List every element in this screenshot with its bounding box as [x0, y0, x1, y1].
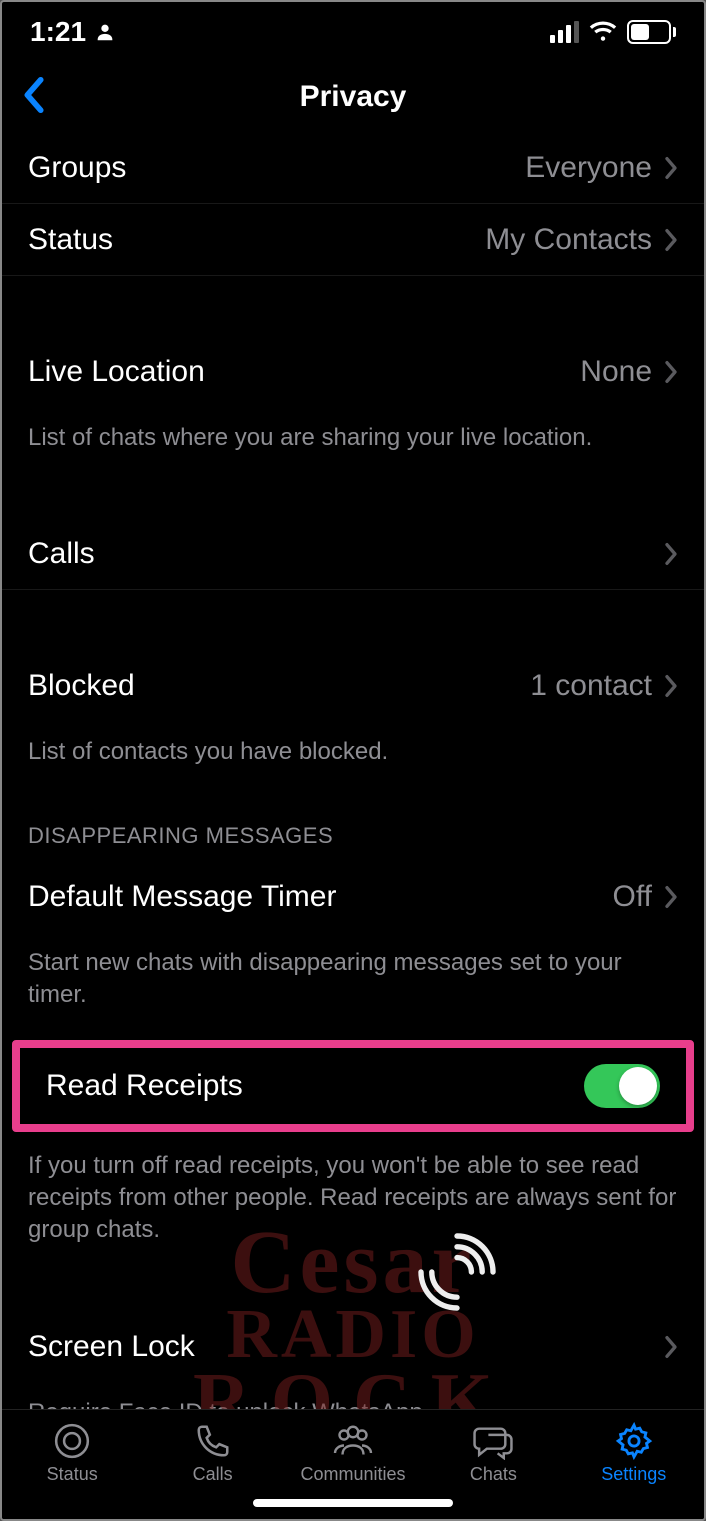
chats-icon [473, 1422, 513, 1460]
settings-list[interactable]: Groups Everyone Status My Contacts Live … [2, 132, 704, 1409]
row-live-location[interactable]: Live Location None [2, 336, 704, 408]
tab-settings[interactable]: Settings [564, 1422, 704, 1485]
row-label: Status [28, 223, 113, 257]
row-label: Read Receipts [46, 1069, 243, 1103]
row-label: Calls [28, 537, 95, 571]
timer-note: Start new chats with disappearing messag… [2, 933, 704, 1036]
tab-label: Communities [300, 1464, 405, 1485]
row-status[interactable]: Status My Contacts [2, 204, 704, 276]
read-receipts-highlight: Read Receipts [12, 1040, 694, 1132]
status-icon [53, 1422, 91, 1460]
row-label: Live Location [28, 355, 205, 389]
communities-icon [332, 1422, 374, 1460]
status-bar: 1:21 45 [2, 2, 704, 62]
device-frame: 1:21 45 Privacy Groups Everyone Sta [0, 0, 706, 1521]
row-screen-lock[interactable]: Screen Lock [2, 1311, 704, 1383]
page-title: Privacy [300, 80, 407, 114]
chevron-right-icon [664, 156, 678, 180]
live-location-note: List of chats where you are sharing your… [2, 408, 704, 478]
row-default-message-timer[interactable]: Default Message Timer Off [2, 861, 704, 933]
chevron-left-icon [22, 76, 48, 114]
read-receipts-note: If you turn off read receipts, you won't… [2, 1136, 704, 1271]
row-blocked[interactable]: Blocked 1 contact [2, 650, 704, 722]
back-button[interactable] [22, 76, 48, 119]
chevron-right-icon [664, 1335, 678, 1359]
row-calls[interactable]: Calls [2, 518, 704, 590]
row-label: Screen Lock [28, 1330, 195, 1364]
tab-communities[interactable]: Communities [283, 1422, 423, 1485]
row-groups[interactable]: Groups Everyone [2, 132, 704, 204]
cellular-signal-icon [550, 21, 579, 43]
tab-chats[interactable]: Chats [423, 1422, 563, 1485]
chevron-right-icon [664, 542, 678, 566]
chevron-right-icon [664, 674, 678, 698]
row-label: Groups [28, 151, 126, 185]
tab-calls[interactable]: Calls [142, 1422, 282, 1485]
tab-label: Calls [193, 1464, 233, 1485]
person-icon [94, 21, 116, 43]
row-value: Off [613, 880, 652, 914]
battery-icon: 45 [627, 20, 676, 44]
battery-percent: 45 [641, 24, 658, 41]
read-receipts-toggle[interactable] [584, 1064, 660, 1108]
tab-label: Chats [470, 1464, 517, 1485]
status-left: 1:21 [30, 16, 116, 48]
wifi-icon [589, 21, 617, 43]
status-time: 1:21 [30, 16, 86, 48]
chevron-right-icon [664, 228, 678, 252]
row-value: My Contacts [485, 223, 652, 257]
tab-label: Status [47, 1464, 98, 1485]
row-value: None [580, 355, 652, 389]
row-read-receipts[interactable]: Read Receipts [20, 1048, 686, 1124]
status-right: 45 [550, 20, 676, 44]
row-label: Blocked [28, 669, 135, 703]
tab-status[interactable]: Status [2, 1422, 142, 1485]
home-indicator[interactable] [253, 1499, 453, 1507]
screen-lock-note: Require Face ID to unlock WhatsApp. [2, 1383, 704, 1409]
blocked-note: List of contacts you have blocked. [2, 722, 704, 792]
phone-icon [194, 1422, 232, 1460]
row-value: 1 contact [530, 669, 652, 703]
row-value: Everyone [525, 151, 652, 185]
chevron-right-icon [664, 360, 678, 384]
gear-icon [615, 1422, 653, 1460]
chevron-right-icon [664, 885, 678, 909]
nav-header: Privacy [2, 62, 704, 132]
tab-label: Settings [601, 1464, 666, 1485]
section-disappearing-messages: DISAPPEARING MESSAGES [2, 793, 704, 861]
row-label: Default Message Timer [28, 880, 336, 914]
